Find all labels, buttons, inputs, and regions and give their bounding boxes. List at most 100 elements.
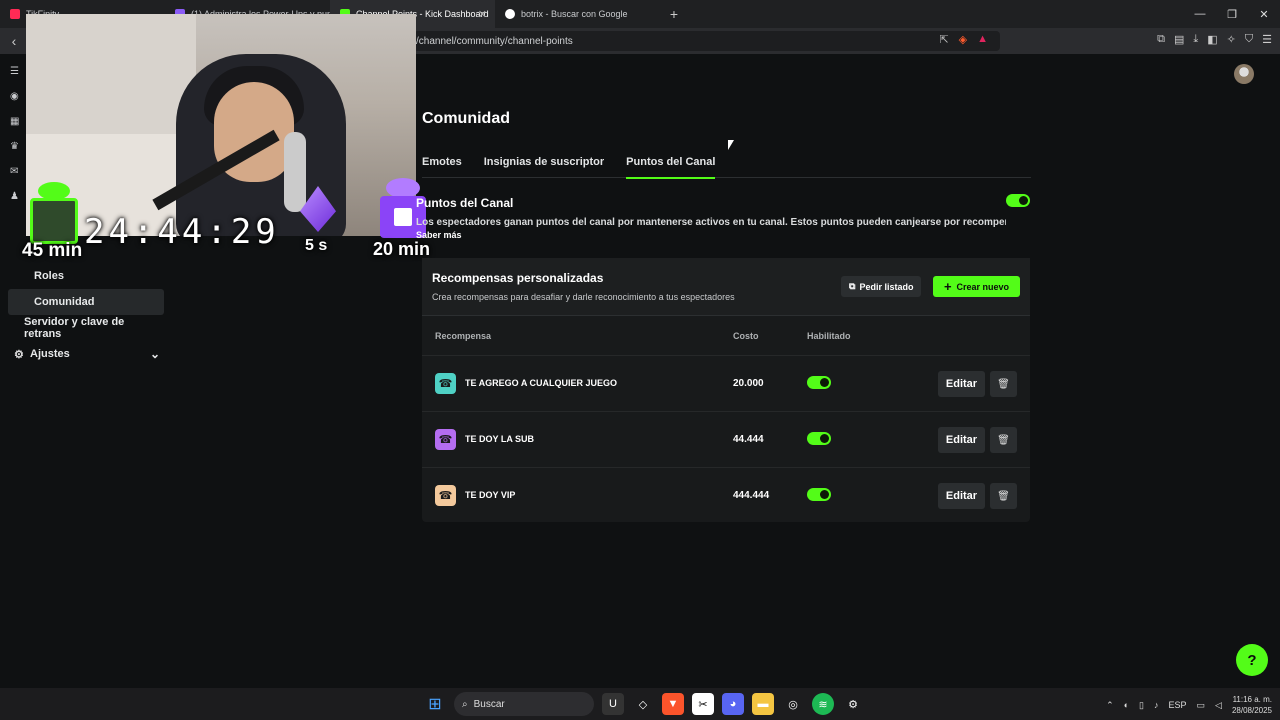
table-row: ☎ TE AGREGO A CUALQUIER JUEGO 20.000 Edi… [422,356,1030,412]
download-icon[interactable]: ⤓ [1193,33,1198,46]
reward-name: TE DOY LA SUB [465,434,535,444]
overlay-minutes-left: 45 min [22,240,83,261]
reward-enabled-toggle[interactable] [807,488,831,501]
taskbar-search[interactable]: ⌕ Buscar [454,692,594,716]
window-controls: — ❐ ✕ [1184,0,1280,28]
leo-icon[interactable]: ✧ [1227,33,1236,46]
avatar[interactable] [1234,64,1254,84]
extensions-icon[interactable]: ⧉ [1157,33,1165,46]
minimize-icon[interactable]: — [1184,0,1216,28]
usb-icon[interactable]: ▯ [1139,700,1144,711]
trophy-icon[interactable]: ♛ [10,141,19,152]
rewards-card: Recompensas personalizadas Crea recompen… [422,258,1030,522]
users-icon[interactable]: ♟ [10,191,19,202]
brave-shield-icon[interactable]: ◈ [959,33,967,46]
request-list-button[interactable]: ⧉ Pedir listado [841,276,922,297]
unity-icon[interactable]: ◇ [632,693,654,715]
reward-cost: 44.444 [733,434,764,445]
live-icon[interactable]: ◉ [10,91,19,102]
community-tabs: Emotes Insignias de suscriptor Puntos de… [422,150,1031,179]
cam-wall [26,14,196,144]
channel-points-toggle[interactable] [1006,194,1030,207]
reward-name: TE AGREGO A CUALQUIER JUEGO [465,378,618,388]
url-actions: ⇱ ◈ ▲ [939,33,988,46]
wifi-icon[interactable]: ▭ [1197,700,1206,711]
file-explorer-icon[interactable]: ▬ [752,693,774,715]
language-indicator[interactable]: ESP [1169,700,1187,710]
google-icon [505,9,515,19]
section-title-text: Puntos del Canal [416,196,514,210]
tab-label: botrix - Buscar con Google [521,9,628,19]
sidebar-item-ajustes[interactable]: ⚙ Ajustes ⌄ [8,341,164,367]
clock[interactable]: 11:16 a. m. 28/08/2025 [1232,694,1272,716]
request-list-label: Pedir listado [859,281,914,292]
plus-icon: + [943,279,952,294]
close-window-icon[interactable]: ✕ [1248,0,1280,28]
back-icon[interactable]: ‹ [0,33,28,49]
volume-icon[interactable]: ◁ [1215,700,1222,711]
chevron-down-icon: ⌄ [149,347,160,361]
spotify-icon[interactable]: ≋ [812,693,834,715]
trash-icon[interactable]: 🗑 [990,427,1017,453]
kick-gift-icon [26,180,82,246]
maximize-icon[interactable]: ❐ [1216,0,1248,28]
reader-icon[interactable]: ▤ [1174,33,1184,46]
vpn-icon[interactable]: ⛉ [1245,33,1253,46]
discord-icon[interactable]: ◕ [722,693,744,715]
tab-insignias[interactable]: Insignias de suscriptor [484,150,604,178]
share-icon[interactable]: ⇱ [939,33,948,46]
close-tab-icon[interactable]: ✕ [478,8,487,21]
steam-icon[interactable]: ⚙ [842,693,864,715]
url-field[interactable]: /channel/community/channel-points ⇱ ◈ ▲ [414,31,1000,51]
reward-enabled-toggle[interactable] [807,432,831,445]
sidebar-item-label: Servidor y clave de retrans [24,316,125,340]
sidebar-nav: Roles Comunidad Servidor y clave de retr… [8,263,164,367]
reward-icon: ☎ [435,485,456,506]
sidebar-icon[interactable]: ◧ [1207,33,1217,46]
brave-rewards-icon[interactable]: ▲ [977,33,988,46]
chat-icon[interactable]: ✉ [10,166,19,177]
tab-puntos-canal[interactable]: Puntos del Canal [626,150,716,179]
network-icon[interactable]: ◐ [1124,700,1129,710]
table-row: ☎ TE DOY LA SUB 44.444 Editar 🗑 [422,412,1030,468]
webcam-overlay [26,14,416,236]
trash-icon[interactable]: 🗑 [990,483,1017,509]
sidebar-item-comunidad[interactable]: Comunidad [8,289,164,315]
sidebar-item-label: Comunidad [34,296,95,308]
col-costo: Costo [733,331,759,341]
capcut-icon[interactable]: ✂ [692,693,714,715]
app-u-icon[interactable]: U [602,693,624,715]
edit-button[interactable]: Editar [938,427,985,453]
reward-icon: ☎ [435,429,456,450]
help-chat-button[interactable]: ? [1236,644,1268,676]
edit-button[interactable]: Editar [938,483,985,509]
reward-enabled-toggle[interactable] [807,376,831,389]
reward-cost: 444.444 [733,490,770,501]
menu-icon[interactable]: ☰ [1262,33,1272,46]
hamburger-icon[interactable]: ☰ [10,66,19,77]
saber-mas-link[interactable]: Saber más [416,230,476,240]
tikfinity-icon [10,9,20,19]
new-tab-button[interactable]: + [664,6,684,22]
tab-emotes[interactable]: Emotes [422,150,462,178]
gear-icon: ⚙ [14,348,24,361]
trash-icon[interactable]: 🗑 [990,371,1017,397]
rewards-title: Recompensas personalizadas [432,271,604,285]
brave-icon[interactable]: ▼ [662,693,684,715]
edit-button[interactable]: Editar [938,371,985,397]
toolbar-icons: ⧉ ▤ ⤓ ◧ ✧ ⛉ ☰ [1157,33,1272,46]
reward-name: TE DOY VIP [465,490,516,500]
windows-start-icon[interactable]: ⊞ [424,693,446,715]
mouse-cursor-icon [728,140,734,150]
microphone-icon[interactable]: ♪ [1154,700,1159,710]
create-reward-button[interactable]: + Crear nuevo [933,276,1020,297]
sidebar-item-servidor[interactable]: Servidor y clave de retrans [8,315,164,341]
stats-icon[interactable]: ▦ [10,116,19,127]
url-text: /channel/community/channel-points [416,35,573,47]
sidebar-item-roles[interactable]: Roles [8,263,164,289]
chevron-up-icon[interactable]: ⌃ [1106,700,1114,711]
clock-date: 28/08/2025 [1231,706,1272,715]
tab-google[interactable]: botrix - Buscar con Google [495,0,660,28]
obs-icon[interactable]: ◎ [782,693,804,715]
col-recompensa: Recompensa [435,331,492,341]
